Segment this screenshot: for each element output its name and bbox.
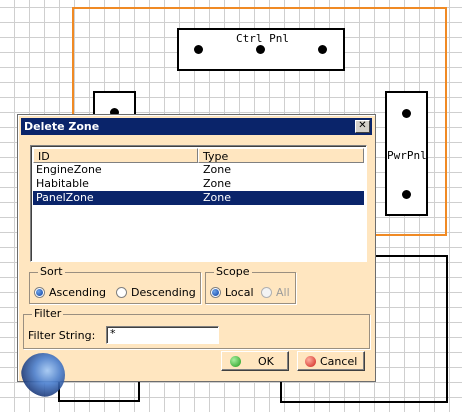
- scope-all-label: All: [276, 286, 290, 299]
- delete-zone-dialog: Delete Zone ✕ ID Type EngineZone Zone Ha…: [17, 114, 376, 397]
- sort-ascending-radio[interactable]: [34, 287, 45, 298]
- dialog-title: Delete Zone: [24, 120, 100, 133]
- scope-group-label: Scope: [214, 265, 252, 279]
- sort-group: Sort Ascending Descending: [29, 265, 201, 304]
- sort-ascending-label[interactable]: Ascending: [49, 286, 106, 299]
- pwr-panel-label: PwrPnl: [387, 149, 427, 162]
- cancel-icon: [305, 356, 316, 367]
- ctrl-panel-pin: [318, 45, 327, 54]
- scope-local-radio[interactable]: [210, 287, 221, 298]
- scope-all-radio: [261, 287, 272, 298]
- outline-line: [280, 382, 282, 403]
- row-type: Zone: [203, 177, 232, 190]
- ctrl-panel-pin: [194, 45, 203, 54]
- scope-local-label[interactable]: Local: [225, 286, 254, 299]
- row-type: Zone: [203, 191, 232, 204]
- outline-line: [446, 255, 448, 403]
- filter-string-input[interactable]: *: [106, 326, 219, 344]
- ctrl-panel-pin: [256, 45, 265, 54]
- outline-line: [58, 400, 140, 402]
- pwr-panel-pin: [402, 190, 411, 199]
- outline-line: [376, 255, 448, 257]
- list-row[interactable]: EngineZone Zone: [33, 163, 364, 177]
- row-id: Habitable: [36, 177, 89, 190]
- row-type: Zone: [203, 163, 232, 176]
- column-header-id[interactable]: ID: [33, 148, 198, 163]
- row-id: EngineZone: [36, 163, 102, 176]
- cancel-button-label: Cancel: [320, 355, 358, 368]
- cancel-button[interactable]: Cancel: [297, 351, 365, 371]
- row-id: PanelZone: [36, 191, 94, 204]
- sort-descending-radio[interactable]: [116, 287, 127, 298]
- filter-group: Filter Filter String: *: [23, 307, 370, 349]
- zone-list[interactable]: ID Type EngineZone Zone Habitable Zone P…: [30, 145, 367, 262]
- ok-button[interactable]: OK: [221, 351, 289, 371]
- ok-button-label: OK: [258, 355, 274, 368]
- outline-line: [138, 382, 140, 402]
- list-row[interactable]: Habitable Zone: [33, 177, 364, 191]
- filter-string-label: Filter String:: [28, 329, 96, 342]
- ok-icon: [230, 356, 241, 367]
- sort-descending-label[interactable]: Descending: [131, 286, 196, 299]
- list-header: ID Type: [33, 148, 364, 163]
- orange-zone-frame-bottom: [376, 234, 447, 236]
- pwr-panel-pin: [402, 109, 411, 118]
- sort-group-label: Sort: [38, 265, 65, 279]
- scope-group: Scope Local All: [205, 265, 296, 304]
- close-button[interactable]: ✕: [355, 120, 370, 133]
- column-header-type[interactable]: Type: [198, 148, 364, 163]
- globe-logo-icon: [21, 353, 65, 397]
- dialog-title-bar[interactable]: Delete Zone ✕: [21, 118, 372, 135]
- list-row-selected[interactable]: PanelZone Zone: [33, 191, 364, 205]
- outline-line: [280, 401, 448, 403]
- ctrl-panel-label: Ctrl Pnl: [236, 32, 289, 45]
- filter-group-label: Filter: [32, 307, 64, 321]
- close-icon: ✕: [358, 120, 367, 131]
